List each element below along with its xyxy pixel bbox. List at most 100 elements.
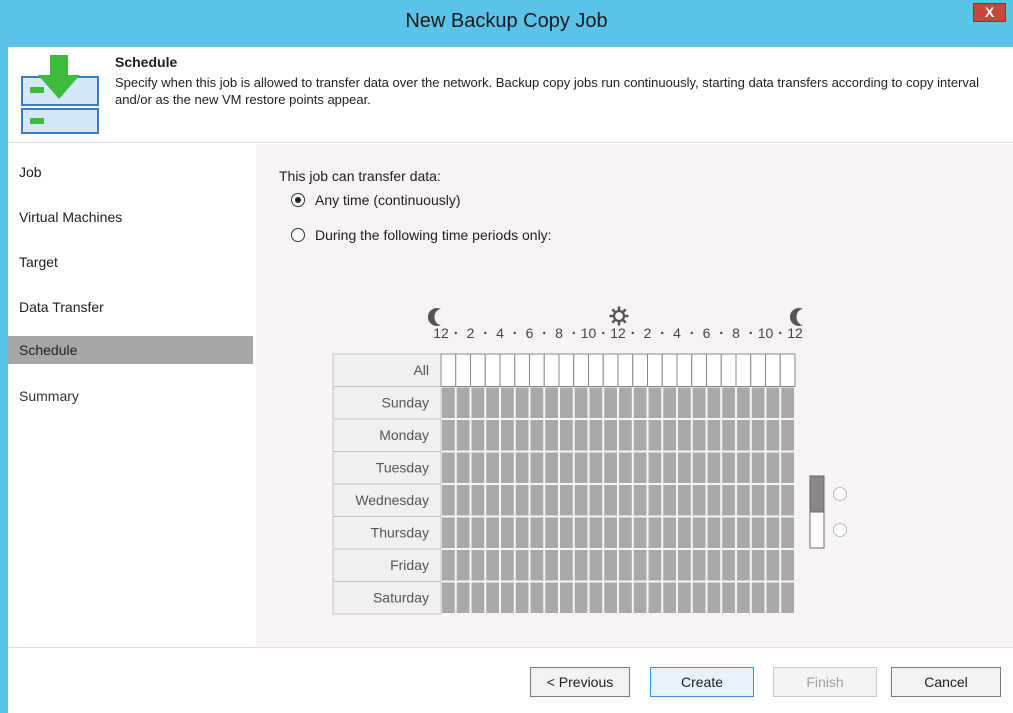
schedule-cell[interactable] <box>648 485 662 516</box>
schedule-cell[interactable] <box>781 582 794 614</box>
disable-radio[interactable] <box>833 523 847 537</box>
hour-column-header[interactable] <box>543 353 560 387</box>
schedule-cell[interactable] <box>707 485 721 516</box>
schedule-cell[interactable] <box>471 420 485 451</box>
schedule-cell[interactable] <box>589 485 603 516</box>
schedule-cell[interactable] <box>619 517 632 549</box>
schedule-cell[interactable] <box>456 485 470 516</box>
schedule-cell[interactable] <box>574 517 588 549</box>
schedule-cell[interactable] <box>678 452 691 484</box>
schedule-cell[interactable] <box>574 550 588 581</box>
periods-radio[interactable] <box>291 228 305 242</box>
hour-column-header[interactable] <box>735 353 752 387</box>
hour-column-header[interactable] <box>750 353 766 387</box>
schedule-cell[interactable] <box>471 485 485 516</box>
hour-column-header[interactable] <box>470 353 486 387</box>
schedule-cell[interactable] <box>751 550 765 581</box>
schedule-cell[interactable] <box>663 387 676 419</box>
close-button[interactable]: X <box>973 3 1006 22</box>
schedule-cell[interactable] <box>722 485 735 516</box>
schedule-cell[interactable] <box>530 387 544 419</box>
schedule-cell[interactable] <box>604 550 617 581</box>
schedule-cell[interactable] <box>633 485 647 516</box>
schedule-cell[interactable] <box>604 420 617 451</box>
schedule-cell[interactable] <box>574 387 588 419</box>
schedule-cell[interactable] <box>515 485 529 516</box>
schedule-cell[interactable] <box>604 387 617 419</box>
schedule-cell[interactable] <box>737 452 750 484</box>
anytime-radio[interactable] <box>291 193 305 207</box>
schedule-cell[interactable] <box>707 582 721 614</box>
schedule-cell[interactable] <box>751 452 765 484</box>
schedule-cell[interactable] <box>737 485 750 516</box>
schedule-cell[interactable] <box>737 550 750 581</box>
schedule-cell[interactable] <box>619 485 632 516</box>
schedule-cell[interactable] <box>648 420 662 451</box>
hour-column-header[interactable] <box>676 353 693 387</box>
schedule-cell[interactable] <box>501 517 514 549</box>
schedule-cell[interactable] <box>604 452 617 484</box>
schedule-cell[interactable] <box>486 485 499 516</box>
schedule-cell[interactable] <box>648 582 662 614</box>
schedule-cell[interactable] <box>486 550 499 581</box>
schedule-cell[interactable] <box>633 420 647 451</box>
hour-column-header[interactable] <box>558 353 575 387</box>
schedule-cell[interactable] <box>501 550 514 581</box>
schedule-cell[interactable] <box>722 420 735 451</box>
schedule-cell[interactable] <box>545 485 558 516</box>
schedule-cell[interactable] <box>589 550 603 581</box>
step-data-transfer[interactable]: Data Transfer <box>8 293 253 321</box>
schedule-cell[interactable] <box>442 452 455 484</box>
schedule-cell[interactable] <box>530 582 544 614</box>
schedule-cell[interactable] <box>751 420 765 451</box>
schedule-cell[interactable] <box>589 517 603 549</box>
schedule-cell[interactable] <box>515 420 529 451</box>
schedule-cell[interactable] <box>678 420 691 451</box>
schedule-cell[interactable] <box>604 582 617 614</box>
option-anytime[interactable]: Any time (continuously) <box>291 192 461 208</box>
schedule-cell[interactable] <box>456 420 470 451</box>
schedule-cell[interactable] <box>442 485 455 516</box>
schedule-cell[interactable] <box>515 452 529 484</box>
schedule-cell[interactable] <box>737 387 750 419</box>
schedule-cell[interactable] <box>515 550 529 581</box>
hour-column-header[interactable] <box>573 353 589 387</box>
hour-column-header[interactable] <box>720 353 737 387</box>
schedule-cell[interactable] <box>442 517 455 549</box>
hour-column-header[interactable] <box>455 353 471 387</box>
schedule-cell[interactable] <box>589 387 603 419</box>
cancel-button[interactable]: Cancel <box>891 667 1001 697</box>
schedule-cell[interactable] <box>648 387 662 419</box>
schedule-cell[interactable] <box>663 550 676 581</box>
step-job[interactable]: Job <box>8 158 253 186</box>
schedule-cell[interactable] <box>471 517 485 549</box>
schedule-cell[interactable] <box>678 550 691 581</box>
schedule-cell[interactable] <box>766 550 780 581</box>
create-button[interactable]: Create <box>650 667 754 697</box>
previous-button[interactable]: < Previous <box>530 667 630 697</box>
schedule-cell[interactable] <box>574 485 588 516</box>
schedule-cell[interactable] <box>707 550 721 581</box>
schedule-cell[interactable] <box>589 420 603 451</box>
schedule-cell[interactable] <box>442 387 455 419</box>
schedule-cell[interactable] <box>707 517 721 549</box>
schedule-cell[interactable] <box>707 420 721 451</box>
schedule-cell[interactable] <box>486 517 499 549</box>
hour-column-header[interactable] <box>691 353 707 387</box>
schedule-cell[interactable] <box>678 517 691 549</box>
enable-radio[interactable] <box>833 487 847 501</box>
schedule-cell[interactable] <box>530 452 544 484</box>
schedule-cell[interactable] <box>515 517 529 549</box>
schedule-cell[interactable] <box>530 517 544 549</box>
schedule-cell[interactable] <box>766 517 780 549</box>
schedule-cell[interactable] <box>722 517 735 549</box>
schedule-cell[interactable] <box>737 582 750 614</box>
schedule-cell[interactable] <box>781 387 794 419</box>
hour-column-header[interactable] <box>529 353 545 387</box>
option-time-periods[interactable]: During the following time periods only: <box>291 227 552 243</box>
schedule-cell[interactable] <box>442 582 455 614</box>
hour-column-header[interactable] <box>647 353 663 387</box>
schedule-cell[interactable] <box>737 517 750 549</box>
schedule-cell[interactable] <box>692 452 706 484</box>
schedule-cell[interactable] <box>692 420 706 451</box>
